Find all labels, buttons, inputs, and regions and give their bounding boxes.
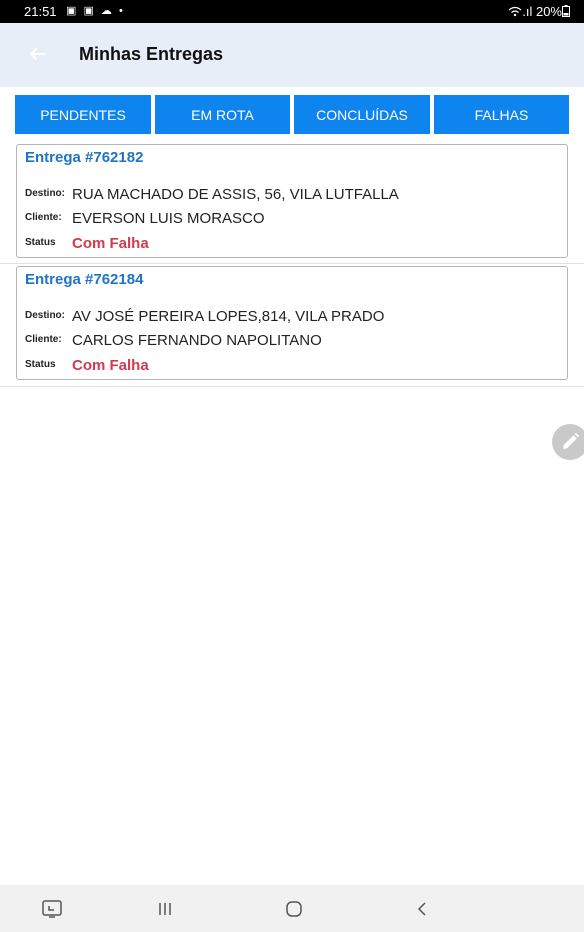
destino-label: Destino: bbox=[25, 188, 65, 199]
app-bar: Minhas Entregas bbox=[0, 23, 584, 87]
signal-battery-text: .ıl 20% bbox=[522, 4, 562, 19]
system-nav-bar bbox=[0, 885, 584, 932]
tab-concluidas[interactable]: CONCLUÍDAS bbox=[294, 95, 430, 134]
status-value: Com Falha bbox=[72, 235, 149, 252]
pencil-icon bbox=[563, 432, 580, 449]
edit-fab-button[interactable] bbox=[552, 424, 584, 460]
cliente-value: CARLOS FERNANDO NAPOLITANO bbox=[72, 332, 322, 349]
cliente-label: Cliente: bbox=[25, 212, 62, 223]
destino-label: Destino: bbox=[25, 310, 65, 321]
delivery-title: Entrega #762182 bbox=[25, 149, 144, 166]
delivery-title: Entrega #762184 bbox=[25, 271, 144, 288]
divider bbox=[0, 263, 584, 264]
destino-value: AV JOSÉ PEREIRA LOPES,814, VILA PRADO bbox=[72, 308, 385, 325]
tab-em-rota[interactable]: EM ROTA bbox=[155, 95, 290, 134]
destino-value: RUA MACHADO DE ASSIS, 56, VILA LUTFALLA bbox=[72, 186, 399, 203]
delivery-card[interactable]: Entrega #762184 Destino: AV JOSÉ PEREIRA… bbox=[16, 266, 568, 380]
cliente-value: EVERSON LUIS MORASCO bbox=[72, 210, 265, 227]
status-time: 21:51 bbox=[24, 4, 57, 19]
tab-falhas[interactable]: FALHAS bbox=[434, 95, 569, 134]
notification-icons: ▣ ▣ ☁ • bbox=[66, 5, 125, 17]
back-icon[interactable] bbox=[410, 897, 434, 921]
status-right: .ıl 20% bbox=[508, 4, 570, 19]
battery-icon bbox=[562, 5, 570, 17]
divider bbox=[0, 386, 584, 387]
arrow-left-icon[interactable] bbox=[26, 43, 48, 65]
screenshot-icon[interactable] bbox=[40, 897, 64, 921]
home-icon[interactable] bbox=[282, 897, 306, 921]
recent-apps-icon[interactable] bbox=[153, 897, 177, 921]
status-label: Status bbox=[25, 359, 56, 370]
status-value: Com Falha bbox=[72, 357, 149, 374]
delivery-card[interactable]: Entrega #762182 Destino: RUA MACHADO DE … bbox=[16, 144, 568, 258]
cliente-label: Cliente: bbox=[25, 334, 62, 345]
status-label: Status bbox=[25, 237, 56, 248]
page-title: Minhas Entregas bbox=[79, 44, 224, 64]
tab-pendentes[interactable]: PENDENTES bbox=[15, 95, 151, 134]
wifi-icon bbox=[508, 6, 522, 17]
status-bar: 21:51 ▣ ▣ ☁ • .ıl 20% bbox=[0, 0, 584, 23]
